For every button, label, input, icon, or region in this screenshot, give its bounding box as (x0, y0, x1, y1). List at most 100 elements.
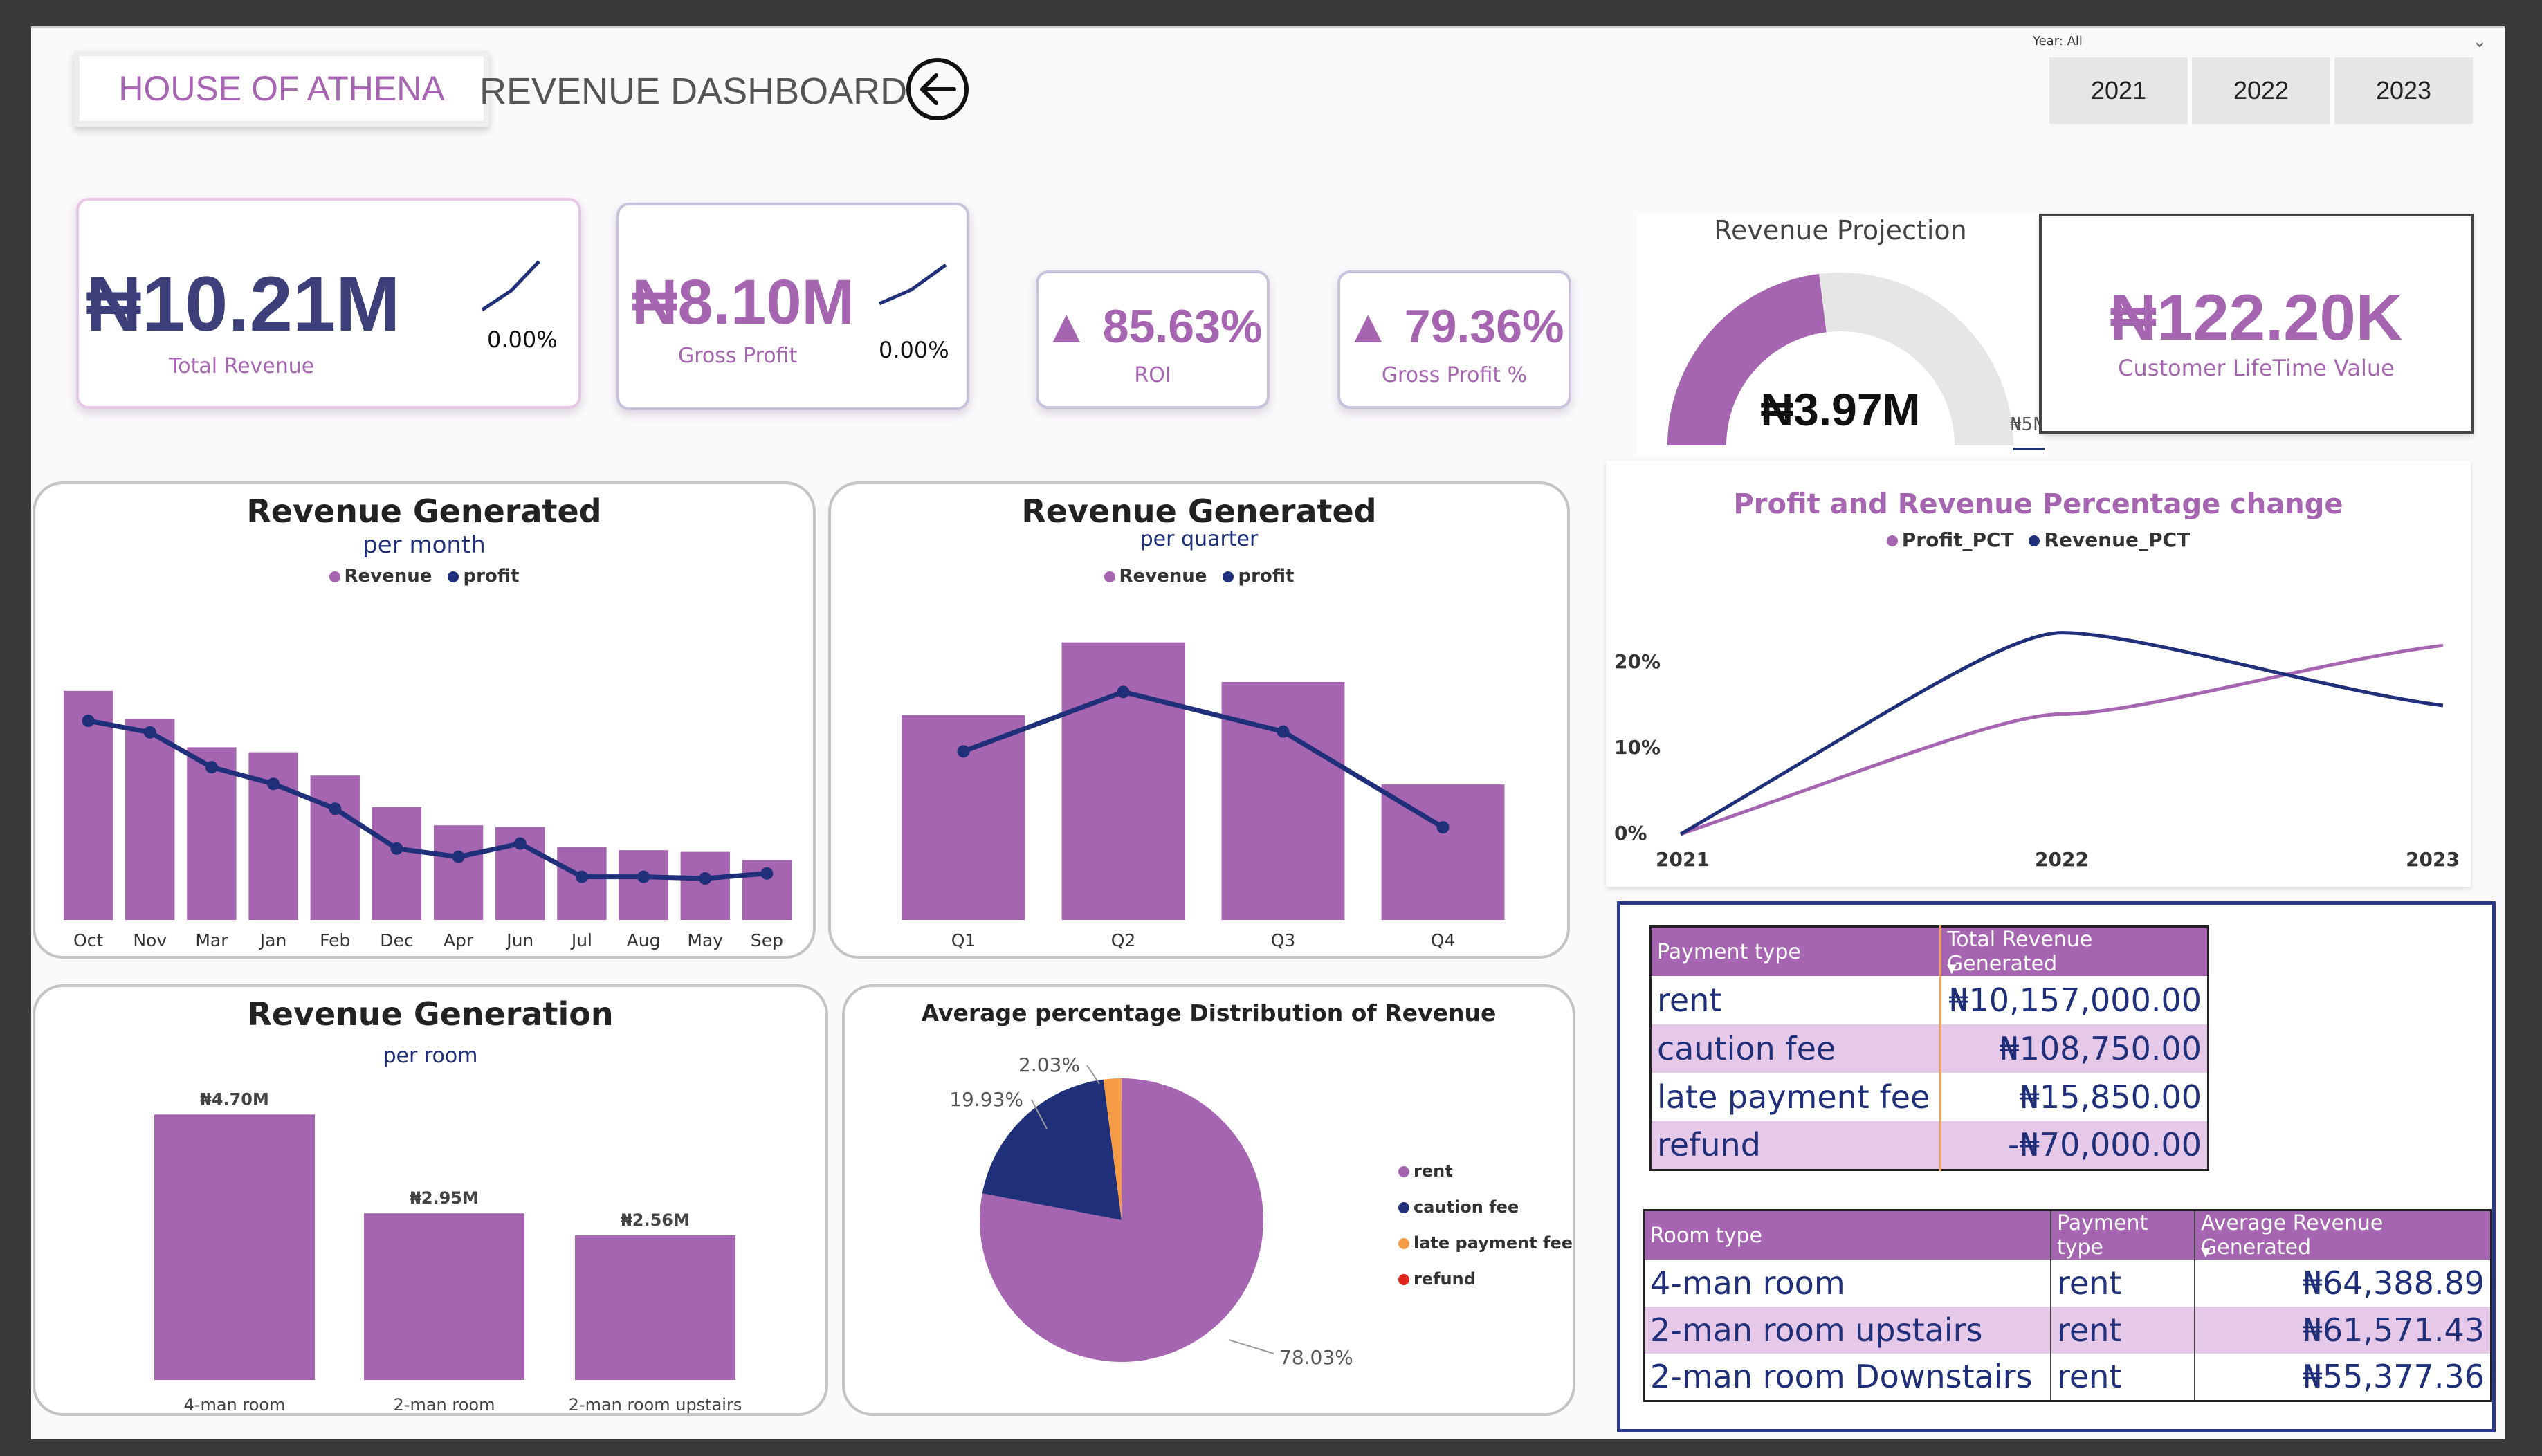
year-tab-2023[interactable]: 2023 (2334, 57, 2473, 124)
bar-dec (372, 807, 422, 920)
bar-may (680, 851, 730, 920)
quarterly-revenue-panel: Revenue Generated per quarter Revenue pr… (828, 481, 1570, 959)
table-row[interactable]: 2-man room Downstairs rent ₦55,377.36 (1643, 1354, 2491, 1401)
payment-type-table: Payment type Total Revenue Generated ▼ r… (1649, 925, 2209, 1171)
projection-value: ₦3.97M (1760, 384, 1921, 435)
gross-profit-label: Gross Profit (678, 344, 798, 368)
table-row[interactable]: refund -₦70,000.00 (1650, 1121, 2209, 1170)
kpi-gross-profit: ₦8.10M Gross Profit 0.00% (616, 203, 969, 410)
gross-profit-pct-value: 79.36% (1404, 300, 1564, 353)
profit-line (962, 689, 1445, 830)
monthly-revenue-panel: Revenue Generated per month Revenue prof… (33, 481, 816, 959)
bar-room-1 (154, 1114, 315, 1380)
col-payment-type[interactable]: Payment type (1650, 926, 1941, 976)
pct-line-chart: 0% 10% 20% 2021 2022 2023 (1614, 631, 2460, 871)
bar-q2 (1061, 642, 1185, 920)
cell-total-revenue: -₦70,000.00 (2008, 1126, 2202, 1164)
bar-apr (433, 825, 484, 920)
total-revenue-value: ₦10.21M (86, 261, 401, 347)
x-tick-room-1: 4-man room (184, 1395, 286, 1413)
chevron-down-icon[interactable]: ⌄ (2472, 31, 2487, 52)
bar-q4 (1381, 784, 1505, 920)
kpi-clv: ₦122.20K Customer LifeTime Value (2039, 214, 2474, 434)
cell-room-payment-type: rent (2051, 1307, 2195, 1354)
brand-name: HOUSE OF ATHENA (118, 69, 445, 108)
kpi-total-revenue: ₦10.21M Total Revenue 0.00% (76, 198, 581, 409)
table-row[interactable]: late payment fee ₦15,850.00 (1650, 1073, 2209, 1121)
gross-profit-value: ₦8.10M (632, 267, 855, 338)
profit-point-q4 (1436, 821, 1450, 834)
dashboard-page: HOUSE OF ATHENA REVENUE DASHBOARD Year: … (31, 26, 2505, 1439)
x-tick-2021: 2021 (1656, 848, 1710, 871)
cell-room-type: 4-man room (1643, 1260, 2051, 1307)
room-bar-chart: ₦4.70M4-man room₦2.95M2-man roomDownstai… (154, 1089, 742, 1413)
x-tick-may: May (687, 930, 723, 950)
cell-average-revenue: ₦64,388.89 (2302, 1264, 2485, 1302)
x-tick-oct: Oct (73, 930, 103, 950)
y-tick-20pct: 20% (1614, 650, 1661, 673)
data-label-rent: 78.03% (1279, 1346, 1353, 1369)
trend-up-icon (879, 263, 947, 306)
data-label-room-1: ₦4.70M (200, 1089, 269, 1109)
profit-point-jun (513, 837, 527, 850)
gross-profit-change: 0.00% (879, 337, 949, 363)
x-tick-sep: Sep (751, 930, 783, 950)
pct-change-panel: Profit and Revenue Percentage change Pro… (1606, 461, 2471, 887)
room-revenue-panel: Revenue Generation per room ₦4.70M 4-man … (33, 984, 828, 1416)
monthly-bar-chart: Oct Nov Mar Jan Feb Dec Apr Jun Jul Aug May Sep (63, 690, 792, 950)
cell-payment-type: refund (1650, 1121, 1941, 1170)
legend-item-rent: rent (1398, 1153, 1573, 1189)
x-tick-aug: Aug (627, 930, 661, 950)
profit-point-mar (205, 761, 218, 774)
profit-point-oct (82, 715, 95, 727)
cell-payment-type: rent (1650, 976, 1941, 1024)
kpi-gross-profit-pct: ▲ 79.36% Gross Profit % (1337, 270, 1571, 409)
year-tab-2021[interactable]: 2021 (2049, 57, 2188, 124)
year-tab-2022[interactable]: 2022 (2192, 57, 2330, 124)
revenue-pct-line (1679, 631, 2444, 836)
profit-pct-line (1680, 643, 2444, 836)
cell-total-revenue: ₦15,850.00 (2019, 1078, 2202, 1116)
col-average-revenue[interactable]: Average Revenue Generated ▼ (2195, 1210, 2491, 1260)
page-title: REVENUE DASHBOARD (479, 71, 908, 112)
cell-total-revenue: ₦108,750.00 (1999, 1030, 2202, 1067)
roi-value-row: ▲ 85.63% (1039, 300, 1267, 353)
col-total-revenue[interactable]: Total Revenue Generated ▼ (1941, 927, 2209, 976)
x-tick-q3: Q3 (1271, 930, 1296, 950)
x-tick-room-2: 2-man room (394, 1395, 495, 1413)
x-tick-q2: Q2 (1111, 930, 1136, 950)
table-row[interactable]: rent ₦10,157,000.00 (1650, 976, 2209, 1024)
clv-value: ₦122.20K (2110, 281, 2403, 353)
table-row[interactable]: 2-man room upstairs rent ₦61,571.43 (1643, 1307, 2491, 1354)
clv-label: Customer LifeTime Value (2118, 355, 2395, 381)
back-button[interactable] (904, 56, 971, 122)
table-row[interactable]: 4-man room rent ₦64,388.89 (1643, 1260, 2491, 1307)
col-room-type[interactable]: Room type (1643, 1210, 2051, 1260)
cell-room-type: 2-man room Downstairs (1643, 1354, 2051, 1401)
profit-point-nov (143, 726, 156, 739)
cell-payment-type: late payment fee (1650, 1073, 1941, 1121)
total-revenue-change: 0.00% (487, 326, 558, 353)
profit-point-q3 (1277, 725, 1290, 738)
x-tick-q1: Q1 (951, 930, 976, 950)
cell-room-payment-type: rent (2051, 1354, 2195, 1401)
roi-value: 85.63% (1102, 300, 1263, 353)
x-tick-jan: Jan (259, 930, 287, 950)
data-label-room-3: ₦2.56M (621, 1210, 690, 1230)
leader-line-rent (1228, 1339, 1274, 1354)
profit-point-sep (760, 867, 774, 880)
profit-point-feb (329, 802, 342, 815)
x-tick-feb: Feb (320, 930, 350, 950)
cell-total-revenue: ₦10,157,000.00 (1948, 982, 2202, 1019)
sort-desc-icon: ▼ (2201, 1245, 2211, 1260)
pie-legend: rent caution fee late payment fee refund (1398, 1153, 1573, 1297)
data-label-caution-fee: 19.93% (949, 1088, 1023, 1111)
leader-line-late-payment-fee (1086, 1065, 1100, 1085)
table-row[interactable]: caution fee ₦108,750.00 (1650, 1024, 2209, 1073)
data-label-room-2: ₦2.95M (410, 1188, 479, 1208)
col-room-payment-type[interactable]: Payment type (2051, 1210, 2195, 1260)
triangle-up-icon: ▲ (1344, 300, 1405, 353)
profit-point-dec (390, 842, 403, 855)
bar-q3 (1221, 682, 1345, 920)
trend-up-icon (481, 260, 540, 312)
